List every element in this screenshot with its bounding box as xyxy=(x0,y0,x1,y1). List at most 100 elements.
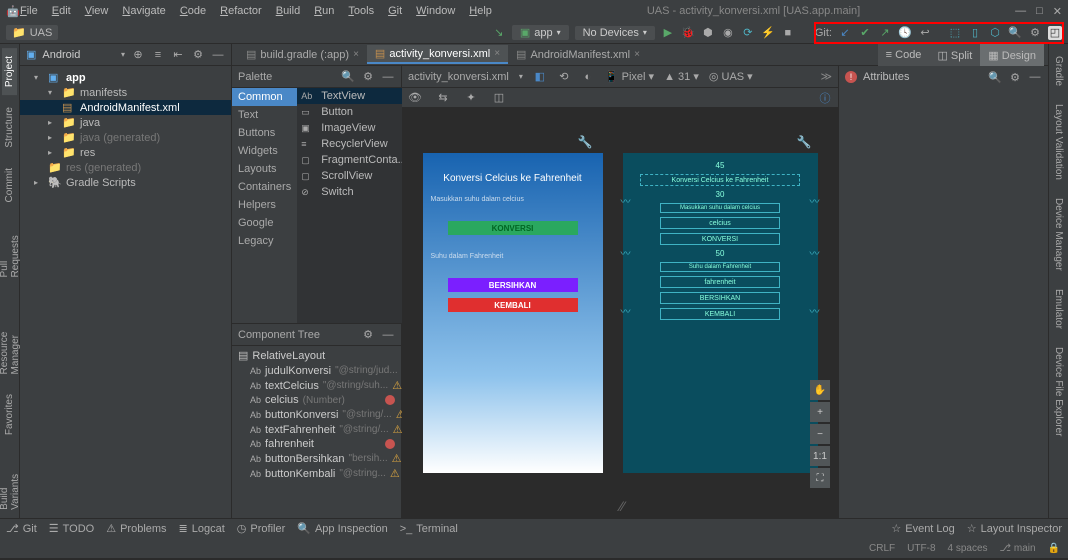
left-rail-project[interactable]: Project xyxy=(2,48,17,95)
gear-icon[interactable]: ⚙ xyxy=(191,48,205,62)
menu-refactor[interactable]: Refactor xyxy=(220,5,262,17)
run-icon[interactable]: ▶ xyxy=(661,26,675,40)
status-crlf[interactable]: CRLF xyxy=(869,543,895,554)
run-config-dropdown[interactable]: ▣app▾ xyxy=(512,25,569,40)
status-lock-icon[interactable]: 🔒 xyxy=(1048,543,1060,554)
canvas-btn-0[interactable]: ✋ xyxy=(810,380,830,400)
search-icon[interactable]: 🔍 xyxy=(341,70,355,84)
tree-res[interactable]: ▸📁res xyxy=(20,145,231,160)
collapse-icon[interactable]: ⇤ xyxy=(171,48,185,62)
ct-buttonKembali[interactable]: AbbuttonKembali "@string...⚠ xyxy=(232,466,401,481)
menu-navigate[interactable]: Navigate xyxy=(122,5,165,17)
bp-title[interactable]: Konversi Celcius ke Fahrenheit xyxy=(640,174,800,186)
bottom-todo[interactable]: ☰TODO xyxy=(49,522,94,535)
device-dropdown[interactable]: No Devices▾ xyxy=(575,26,655,40)
palette-cat-widgets[interactable]: Widgets xyxy=(232,142,297,160)
view-code[interactable]: ≡ Code xyxy=(878,44,930,66)
tree-manifest-file[interactable]: ▤AndroidManifest.xml xyxy=(20,100,231,115)
ct-fahrenheit[interactable]: Abfahrenheit xyxy=(232,437,401,451)
bottom-profiler[interactable]: ◷Profiler xyxy=(237,522,285,535)
right-rail-emulator[interactable]: Emulator xyxy=(1051,281,1066,337)
debug-icon[interactable]: 🐞 xyxy=(681,26,695,40)
gear-icon[interactable]: ⚙ xyxy=(1008,70,1022,84)
palette-cat-containers[interactable]: Containers xyxy=(232,178,297,196)
eye-icon[interactable]: 👁 xyxy=(408,91,422,105)
menu-run[interactable]: Run xyxy=(314,5,334,17)
ct-root[interactable]: ▤RelativeLayout xyxy=(232,348,401,363)
orientation-icon[interactable]: ⟲ xyxy=(557,70,571,84)
profile-icon[interactable]: ◉ xyxy=(721,26,735,40)
menu-tools[interactable]: Tools xyxy=(348,5,374,17)
bottom-app-inspection[interactable]: 🔍App Inspection xyxy=(297,522,387,535)
preview-btn-bersihkan[interactable]: BERSIHKAN xyxy=(448,278,578,292)
palette-item-imageview[interactable]: ▣ImageView xyxy=(297,120,411,136)
sync-icon[interactable]: ↘ xyxy=(492,26,506,40)
canvas-btn-1[interactable]: + xyxy=(810,402,830,422)
ct-buttonBersihkan[interactable]: AbbuttonBersihkan "bersih...⚠ xyxy=(232,451,401,466)
bp-kembali[interactable]: KEMBALI xyxy=(660,308,780,320)
tab-activity_konversi-xml[interactable]: ▤activity_konversi.xml× xyxy=(367,45,508,64)
palette-cat-legacy[interactable]: Legacy xyxy=(232,232,297,250)
palette-item-button[interactable]: ▭Button xyxy=(297,104,411,120)
left-rail-pull-requests[interactable]: Pull Requests xyxy=(0,214,23,285)
menu-window[interactable]: Window xyxy=(416,5,455,17)
left-rail-resource-manager[interactable]: Resource Manager xyxy=(0,290,23,382)
canvas-btn-4[interactable]: ⛶ xyxy=(810,468,830,488)
design-preview[interactable]: Konversi Celcius ke Fahrenheit Masukkan … xyxy=(423,153,603,473)
layout-select-icon[interactable]: ◧ xyxy=(533,70,547,84)
filter-icon[interactable]: ≡ xyxy=(151,48,165,62)
palette-cat-text[interactable]: Text xyxy=(232,106,297,124)
tab-build-gradle-app-[interactable]: ▤build.gradle (:app)× xyxy=(238,46,367,63)
gear-icon[interactable]: ⚙ xyxy=(361,328,375,342)
gear-icon[interactable]: ⚙ xyxy=(361,70,375,84)
palette-cat-layouts[interactable]: Layouts xyxy=(232,160,297,178)
stop-icon[interactable]: ■ xyxy=(781,26,795,40)
palette-cat-common[interactable]: Common xyxy=(232,88,297,106)
bottom-git[interactable]: ⎇Git xyxy=(6,522,37,535)
tree-res-gen[interactable]: 📁res (generated) xyxy=(20,160,231,175)
menu-edit[interactable]: Edit xyxy=(52,5,71,17)
search-icon[interactable]: 🔍 xyxy=(988,70,1002,84)
ct-buttonKonversi[interactable]: AbbuttonKonversi "@string/...⚠ xyxy=(232,407,401,422)
sdk-icon[interactable]: ▯ xyxy=(968,26,982,40)
avd-icon[interactable]: ⬚ xyxy=(948,26,962,40)
canvas-btn-3[interactable]: 1:1 xyxy=(810,446,830,466)
tree-manifests[interactable]: ▾📁manifests xyxy=(20,85,231,100)
night-icon[interactable]: ◐ xyxy=(581,70,595,84)
hide-icon[interactable]: — xyxy=(381,70,395,84)
history-icon[interactable]: 🕓 xyxy=(898,26,912,40)
tree-app[interactable]: ▾▣app xyxy=(20,70,231,85)
right-rail-layout-validation[interactable]: Layout Validation xyxy=(1051,96,1066,188)
guidelines-icon[interactable]: ◫ xyxy=(492,91,506,105)
hide-icon[interactable]: — xyxy=(211,48,225,62)
view-design[interactable]: ▦ Design xyxy=(980,44,1044,66)
tree-gradle[interactable]: ▸🐘Gradle Scripts xyxy=(20,175,231,190)
ct-celcius[interactable]: Abcelcius (Number) xyxy=(232,393,401,407)
menu-build[interactable]: Build xyxy=(276,5,300,17)
target-icon[interactable]: ⊕ xyxy=(131,48,145,62)
tab-AndroidManifest-xml[interactable]: ▤AndroidManifest.xml× xyxy=(508,46,648,63)
bottom-terminal[interactable]: >_Terminal xyxy=(400,523,458,535)
preview-btn-konversi[interactable]: KONVERSI xyxy=(448,221,578,235)
menu-code[interactable]: Code xyxy=(180,5,206,17)
left-rail-favorites[interactable]: Favorites xyxy=(2,386,17,443)
bottom-event-log[interactable]: ☆Event Log xyxy=(891,522,954,535)
left-rail-structure[interactable]: Structure xyxy=(2,99,17,156)
palette-item-scrollview[interactable]: ▢ScrollView xyxy=(297,168,411,184)
rollback-icon[interactable]: ↩ xyxy=(918,26,932,40)
clear-icon[interactable]: ✦ xyxy=(464,91,478,105)
tree-java[interactable]: ▸📁java xyxy=(20,115,231,130)
bp-fahrenheit[interactable]: fahrenheit xyxy=(660,276,780,288)
tree-java-gen[interactable]: ▸📁java (generated) xyxy=(20,130,231,145)
palette-item-textview[interactable]: AbTextView xyxy=(297,88,411,104)
vcs-commit-icon[interactable]: ✔ xyxy=(858,26,872,40)
preview-btn-kembali[interactable]: KEMBALI xyxy=(448,298,578,312)
resource-icon[interactable]: ⬡ xyxy=(988,26,1002,40)
maximize-icon[interactable]: □ xyxy=(1036,5,1043,18)
palette-item-recyclerview[interactable]: ≡RecyclerView xyxy=(297,136,411,152)
left-rail-commit[interactable]: Commit xyxy=(2,160,17,210)
menu-view[interactable]: View xyxy=(85,5,109,17)
vcs-update-icon[interactable]: ↙ xyxy=(838,26,852,40)
right-rail-device-manager[interactable]: Device Manager xyxy=(1051,190,1066,279)
coverage-icon[interactable]: ⬢ xyxy=(701,26,715,40)
